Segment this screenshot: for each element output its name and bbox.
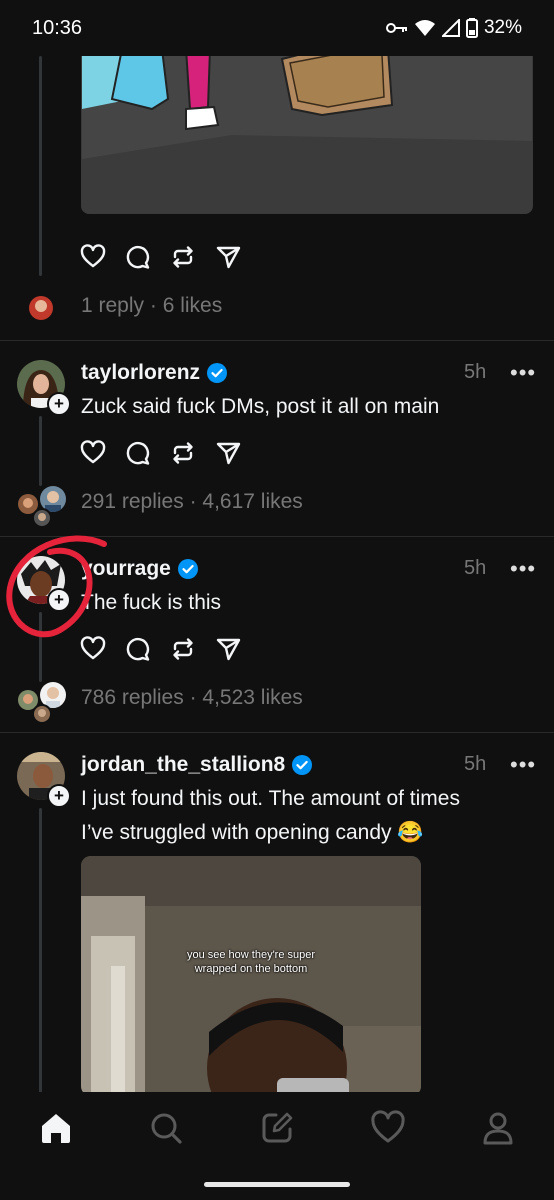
compose-icon[interactable]: [259, 1110, 295, 1146]
post-username[interactable]: taylorlorenz: [81, 361, 228, 385]
verified-badge-icon: [177, 558, 199, 580]
search-icon[interactable]: [148, 1110, 184, 1146]
comment-icon[interactable]: [125, 244, 151, 270]
verified-badge-icon: [291, 754, 313, 776]
more-options-icon[interactable]: •••: [510, 362, 536, 384]
repost-icon[interactable]: [170, 636, 196, 662]
post-actions: [80, 440, 241, 466]
status-bar: 10:36 32%: [0, 0, 554, 56]
post-text: I just found this out. The amount of tim…: [81, 782, 521, 850]
share-send-icon[interactable]: [215, 440, 241, 466]
divider: [0, 340, 554, 341]
like-heart-icon[interactable]: [80, 244, 106, 270]
post-time: 5h: [464, 753, 487, 775]
follow-plus-icon[interactable]: +: [47, 392, 71, 416]
post-image[interactable]: [81, 56, 533, 214]
reply-avatar: [27, 294, 55, 322]
home-icon[interactable]: [38, 1110, 74, 1146]
more-options-icon[interactable]: •••: [510, 754, 536, 776]
cell-signal-icon: [441, 19, 460, 37]
repost-icon[interactable]: [170, 244, 196, 270]
post-text-line: I just found this out. The amount of tim…: [81, 787, 460, 810]
video-caption-line: wrapped on the bottom: [194, 963, 308, 975]
thread-line: [39, 808, 42, 1092]
video-caption: you see how they're super wrapped on the…: [81, 948, 421, 976]
status-icons: 32%: [385, 17, 522, 39]
status-time: 10:36: [32, 16, 83, 39]
share-send-icon[interactable]: [215, 244, 241, 270]
comment-icon[interactable]: [125, 440, 151, 466]
username-text: taylorlorenz: [81, 361, 201, 384]
wifi-icon: [414, 19, 436, 37]
verified-badge-icon: [206, 362, 228, 384]
post-stats[interactable]: 291 replies · 4,617 likes: [81, 490, 303, 514]
share-send-icon[interactable]: [215, 636, 241, 662]
reply-avatars: [14, 484, 68, 528]
post-stats[interactable]: 786 replies · 4,523 likes: [81, 686, 303, 710]
battery-icon: [465, 18, 478, 38]
prev-post-actions: [80, 244, 241, 270]
divider: [0, 732, 554, 733]
follow-plus-icon[interactable]: +: [47, 784, 71, 808]
activity-heart-icon[interactable]: [370, 1110, 406, 1146]
video-caption-line: you see how they're super: [186, 949, 316, 961]
reply-avatars: [14, 680, 68, 724]
cartoon-illustration: [82, 56, 532, 213]
profile-icon[interactable]: [480, 1110, 516, 1146]
post-time: 5h: [464, 361, 487, 383]
post-text: Zuck said fuck DMs, post it all on main: [81, 395, 440, 418]
reply-avatar: [32, 704, 52, 724]
like-heart-icon[interactable]: [80, 440, 106, 466]
more-options-icon[interactable]: •••: [510, 558, 536, 580]
thread-line: [39, 56, 42, 276]
post-video[interactable]: you see how they're super wrapped on the…: [81, 856, 421, 1092]
reply-avatar: [32, 508, 52, 528]
prev-post-stats[interactable]: 1 reply · 6 likes: [81, 294, 222, 318]
repost-icon[interactable]: [170, 440, 196, 466]
vpn-key-icon: [385, 21, 408, 35]
post-text-line: I’ve struggled with opening candy 😂: [81, 821, 424, 844]
threads-feed[interactable]: 1 reply · 6 likes + taylorlorenz 5h ••• …: [0, 56, 554, 1092]
thread-line: [39, 416, 42, 486]
username-text: jordan_the_stallion8: [81, 753, 286, 776]
gesture-home-bar[interactable]: [204, 1182, 350, 1187]
red-circle-annotation: [6, 535, 107, 638]
battery-percent: 32%: [483, 17, 522, 38]
post-username[interactable]: jordan_the_stallion8: [81, 753, 313, 777]
post-time: 5h: [464, 557, 487, 579]
post-text: The fuck is this: [81, 591, 222, 614]
